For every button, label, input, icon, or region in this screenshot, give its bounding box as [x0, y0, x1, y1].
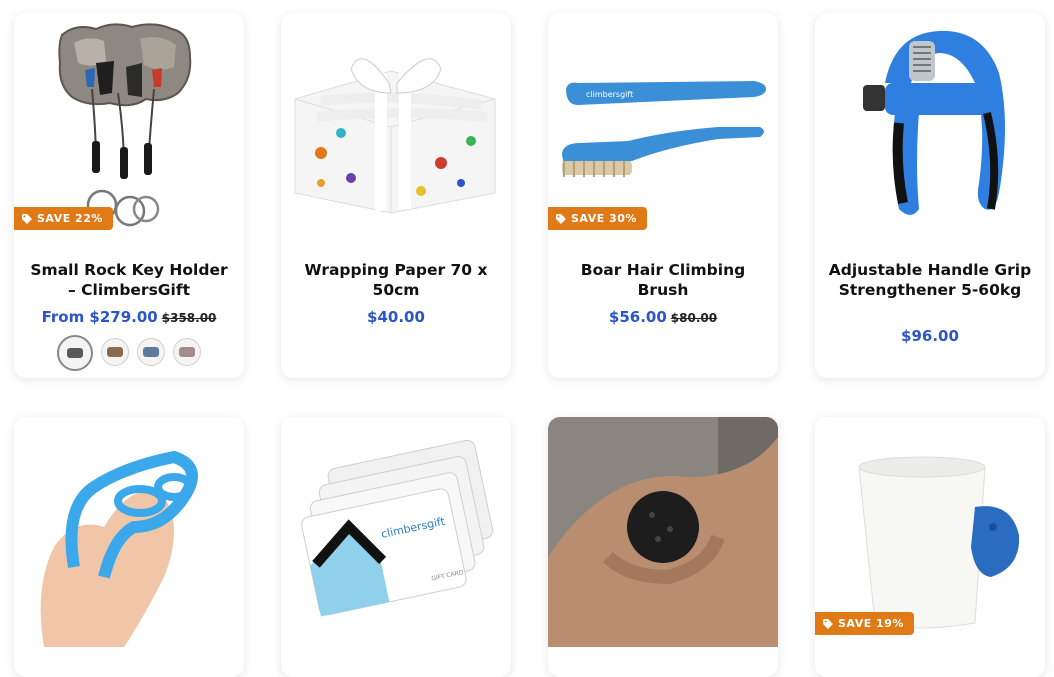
variant-swatch[interactable]: [173, 338, 201, 366]
brand-mark: climbersgift: [586, 90, 633, 99]
product-card-climbing-brush[interactable]: climbersgift SAVE 30% Boar Hair Climbing…: [548, 13, 778, 378]
discount-badge: SAVE 30%: [548, 207, 647, 230]
variant-swatch[interactable]: [101, 338, 129, 366]
price-current: $40.00: [367, 308, 425, 326]
badge-label: SAVE 19%: [838, 617, 904, 630]
product-title[interactable]: Boar Hair Climbing Brush: [560, 260, 766, 300]
tag-icon: [22, 213, 32, 224]
product-image[interactable]: [815, 13, 1045, 243]
price-prefix: From: [41, 308, 90, 326]
product-image[interactable]: [281, 13, 511, 243]
price-compare: $358.00: [161, 311, 217, 325]
badge-label: SAVE 22%: [37, 212, 103, 225]
product-price: From $279.00 $358.00: [14, 308, 244, 326]
product-price: $96.00: [815, 327, 1045, 345]
price-current: $279.00: [89, 308, 158, 326]
product-card-gift-card[interactable]: climbersgift GIFT CARD: [281, 417, 511, 677]
product-price: $56.00 $80.00: [548, 308, 778, 326]
tag-icon: [556, 213, 566, 224]
product-price: $40.00: [281, 308, 511, 326]
product-image[interactable]: [548, 417, 778, 647]
product-title[interactable]: Adjustable Handle Grip Strengthener 5-60…: [827, 260, 1033, 300]
variant-swatches: [14, 335, 244, 371]
price-current: $56.00: [608, 308, 667, 326]
price-compare: $80.00: [670, 311, 718, 325]
product-card-mug[interactable]: SAVE 19%: [815, 417, 1045, 677]
variant-swatch[interactable]: [137, 338, 165, 366]
product-title[interactable]: Small Rock Key Holder – ClimbersGift: [26, 260, 232, 300]
price-current: $96.00: [901, 327, 959, 345]
product-card-hand-gripper[interactable]: Adjustable Handle Grip Strengthener 5-60…: [815, 13, 1045, 378]
badge-label: SAVE 30%: [571, 212, 637, 225]
product-card-grip-ball[interactable]: [548, 417, 778, 677]
product-card-wrapping-paper[interactable]: Wrapping Paper 70 x 50cm $40.00: [281, 13, 511, 378]
product-image[interactable]: climbersgift GIFT CARD: [281, 417, 511, 647]
product-card-key-holder[interactable]: SAVE 22% Small Rock Key Holder – Climber…: [14, 13, 244, 378]
product-image[interactable]: [14, 417, 244, 647]
discount-badge: SAVE 22%: [14, 207, 113, 230]
tag-icon: [823, 618, 833, 629]
discount-badge: SAVE 19%: [815, 612, 914, 635]
variant-swatch[interactable]: [57, 335, 93, 371]
product-title[interactable]: Wrapping Paper 70 x 50cm: [293, 260, 499, 300]
product-card-finger-stretcher[interactable]: [14, 417, 244, 677]
